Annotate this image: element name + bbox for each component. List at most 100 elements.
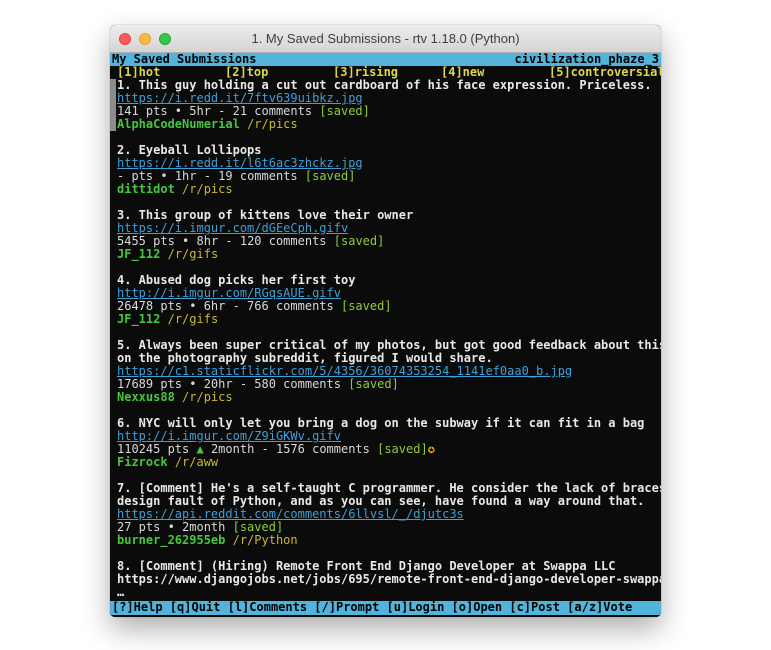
submission-url[interactable]: https://i.imgur.com/dGEeCph.gifv [117,222,348,235]
submission-author: JF_112 [117,313,160,326]
submission-url-line: http://i.imgur.com/RGqsAUE.gifv [117,287,661,300]
submission-byline: dittidot /r/pics [117,183,661,196]
submission-item[interactable]: 3. This group of kittens love their owne… [110,209,661,261]
submission-age-comments: 6hr - 766 comments [196,300,341,313]
submission-title-line: 8. [Comment] (Hiring) Remote Front End D… [117,560,661,573]
submission-item[interactable]: 8. [Comment] (Hiring) Remote Front End D… [110,560,661,599]
submission-title-line: 5. Always been super critical of my phot… [117,339,661,352]
submission-title-line: … [117,586,661,599]
saved-badge: [saved] [341,300,392,313]
submission-item[interactable]: 1. This guy holding a cut out cardboard … [110,79,661,131]
submission-byline: Fizrock /r/aww [117,456,661,469]
submission-author: burner_262955eb [117,534,225,547]
submission-stats-line: 26478 pts • 6hr - 766 comments [saved] [117,300,661,313]
submission-title-line: design fault of Python, and as you can s… [117,495,661,508]
submission-byline: AlphaCodeNumerial /r/pics [117,118,661,131]
tab-new[interactable]: [4]new [441,66,549,79]
window-titlebar[interactable]: 1. My Saved Submissions - rtv 1.18.0 (Py… [110,25,661,53]
submission-byline: JF_112 /r/gifs [117,313,661,326]
submission-stats-line: 27 pts • 2month [saved] [117,521,661,534]
submission-url-line: https://i.imgur.com/dGEeCph.gifv [117,222,661,235]
gilded-icon: ✪ [428,443,435,456]
vote-indicator-icon: • [160,170,167,183]
submission-subreddit[interactable]: /r/gifs [168,248,219,261]
zoom-window-button[interactable] [159,33,171,45]
tab-hot[interactable]: [1]hot [117,66,225,79]
submission-stats-line: 110245 pts ▲ 2month - 1576 comments [sav… [117,443,661,456]
submission-age-comments: 2month [175,521,233,534]
submission-author: JF_112 [117,248,160,261]
submission-stats-line: 17689 pts • 20hr - 580 comments [saved] [117,378,661,391]
saved-badge: [saved] [334,235,385,248]
submission-stats-line: 5455 pts • 8hr - 120 comments [saved] [117,235,661,248]
submission-url[interactable]: http://i.imgur.com/RGqsAUE.gifv [117,287,341,300]
submission-stats-line: 141 pts • 5hr - 21 comments [saved] [117,105,661,118]
logged-in-username: civilization_phaze_3 [515,53,660,66]
window-title: 1. My Saved Submissions - rtv 1.18.0 (Py… [251,31,519,46]
submission-age-comments: 1hr - 19 comments [168,170,305,183]
submission-title-line: 7. [Comment] He's a self-taught C progra… [117,482,661,495]
submission-subreddit[interactable]: /r/pics [182,183,233,196]
submission-url[interactable]: https://i.redd.it/l6t6ac3zhckz.jpg [117,157,363,170]
submission-age-comments: 8hr - 120 comments [189,235,334,248]
submission-author: dittidot [117,183,175,196]
submission-url-line: https://api.reddit.com/comments/6llvsl/_… [117,508,661,521]
submission-title-line: 6. NYC will only let you bring a dog on … [117,417,661,430]
submission-author: Fizrock [117,456,168,469]
saved-badge: [saved] [319,105,370,118]
sort-tabs: [1]hot [2]top [3]rising [4]new [5]contro… [110,66,661,79]
saved-badge: [saved] [377,443,428,456]
submission-subreddit[interactable]: /r/pics [247,118,298,131]
submission-url[interactable]: https://api.reddit.com/comments/6llvsl/_… [117,508,464,521]
selection-cursor-bar [110,79,116,131]
submission-subreddit[interactable]: /r/gifs [168,313,219,326]
submission-subreddit[interactable]: /r/pics [182,391,233,404]
tab-top[interactable]: [2]top [225,66,333,79]
submission-author: Nexxus88 [117,391,175,404]
submission-points: - pts [117,170,160,183]
submission-url[interactable]: https://i.redd.it/7ftv639uibkz.jpg [117,92,363,105]
submission-points: 17689 pts [117,378,189,391]
submission-url-line: https://i.redd.it/7ftv639uibkz.jpg [117,92,661,105]
tab-controversial[interactable]: [5]controversial [549,66,661,79]
submission-byline: Nexxus88 /r/pics [117,391,661,404]
submission-url[interactable]: http://i.imgur.com/Z9iGKWv.gifv [117,430,341,443]
submission-item[interactable]: 6. NYC will only let you bring a dog on … [110,417,661,469]
submission-title-line: https://www.djangojobs.net/jobs/695/remo… [117,573,661,586]
submission-item[interactable]: 5. Always been super critical of my phot… [110,339,661,404]
submission-subreddit[interactable]: /r/aww [175,456,218,469]
submission-title-line: 3. This group of kittens love their owne… [117,209,661,222]
submission-age-comments: 5hr - 21 comments [182,105,319,118]
submission-item[interactable]: 4. Abused dog picks her first toyhttp://… [110,274,661,326]
submission-title-line: 2. Eyeball Lollipops [117,144,661,157]
terminal: My Saved Submissions civilization_phaze_… [110,53,661,617]
app-window: 1. My Saved Submissions - rtv 1.18.0 (Py… [110,25,661,617]
submission-byline: burner_262955eb /r/Python [117,534,661,547]
terminal-bottom-spacer [110,615,661,617]
close-window-button[interactable] [119,33,131,45]
submission-author: AlphaCodeNumerial [117,118,240,131]
submission-item[interactable]: 2. Eyeball Lollipopshttps://i.redd.it/l6… [110,144,661,196]
submission-byline: JF_112 /r/gifs [117,248,661,261]
submission-stats-line: - pts • 1hr - 19 comments [saved] [117,170,661,183]
page-title: My Saved Submissions [112,53,257,66]
submission-item[interactable]: 7. [Comment] He's a self-taught C progra… [110,482,661,547]
submission-age-comments: 20hr - 580 comments [196,378,348,391]
submission-url[interactable]: https://c1.staticflickr.com/5/4356/36074… [117,365,572,378]
submission-url-line: https://c1.staticflickr.com/5/4356/36074… [117,365,661,378]
submission-points: 26478 pts [117,300,189,313]
submission-subreddit[interactable]: /r/Python [233,534,298,547]
minimize-window-button[interactable] [139,33,151,45]
traffic-lights [119,25,171,52]
tab-rising[interactable]: [3]rising [333,66,441,79]
vote-indicator-icon: • [175,105,182,118]
submission-points: 5455 pts [117,235,182,248]
submission-title-line: 1. This guy holding a cut out cardboard … [117,79,661,92]
vote-indicator-icon: ▲ [196,443,203,456]
saved-badge: [saved] [233,521,284,534]
vote-indicator-icon: • [168,521,175,534]
submission-points: 110245 pts [117,443,196,456]
submission-url-line: http://i.imgur.com/Z9iGKWv.gifv [117,430,661,443]
submission-points: 141 pts [117,105,175,118]
terminal-header-bar: My Saved Submissions civilization_phaze_… [110,53,661,66]
